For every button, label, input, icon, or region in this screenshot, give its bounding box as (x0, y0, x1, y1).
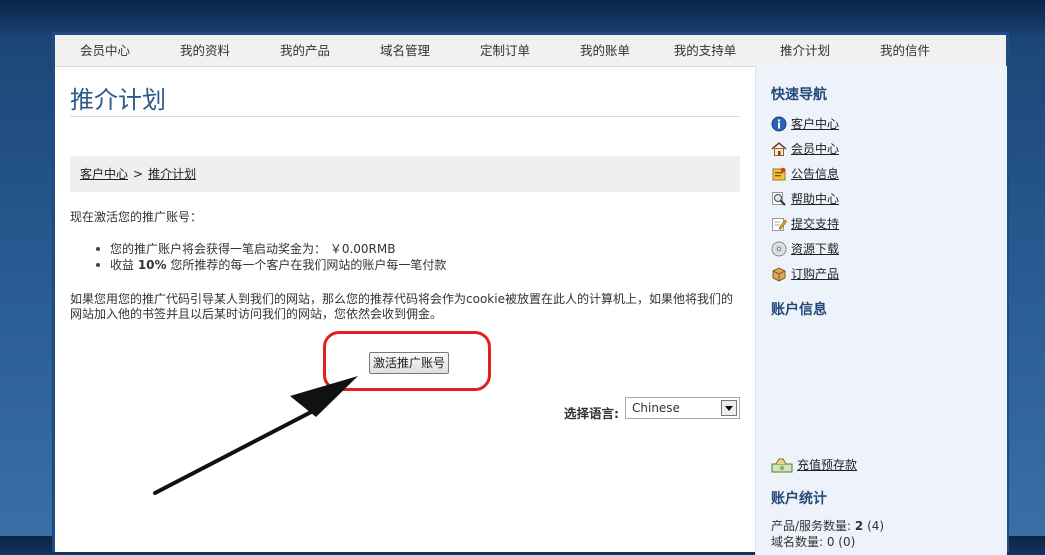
nav-item-my-profile[interactable]: 我的资料 (155, 35, 255, 66)
intro-text: 现在激活您的推广账号： (70, 210, 203, 224)
magnifier-icon (771, 191, 787, 207)
account-info-heading: 账户信息 (771, 302, 827, 318)
sidebar-link-label: 充值预存款 (797, 457, 858, 472)
annotation-arrow (153, 376, 358, 495)
products-stat: 产品/服务数量: 2 (4) (771, 517, 884, 534)
money-icon (771, 457, 793, 473)
account-stats-heading: 账户统计 (771, 491, 827, 507)
language-selected-value: Chinese (632, 401, 680, 415)
nav-item-my-emails[interactable]: 我的信件 (855, 35, 955, 66)
products-stat-label: 产品/服务数量: (771, 519, 852, 533)
breadcrumb-separator: > (133, 167, 144, 181)
sidebar-link-label: 订购产品 (791, 266, 840, 281)
language-select[interactable]: Chinese (625, 397, 740, 419)
nav-item-my-products[interactable]: 我的产品 (255, 35, 355, 66)
sidebar-link-label: 资源下载 (791, 241, 840, 256)
referral-explanation-line2: 网站加入他的书签并且以后某时访问我们的网站，您依然会收到佣金。 (70, 307, 443, 321)
commission-text: 您所推荐的每一个客户在我们网站的账户每一笔付款 (166, 258, 447, 272)
sidebar-link-client-center[interactable]: 客户中心 (771, 114, 839, 132)
sidebar-link-member-center[interactable]: 会员中心 (771, 139, 839, 157)
nav-item-affiliate[interactable]: 推介计划 (755, 35, 855, 66)
nav-item-domain-management[interactable]: 域名管理 (355, 35, 455, 66)
sidebar-link-announcements[interactable]: 公告信息 (771, 164, 839, 182)
products-stat-count: 2 (854, 519, 864, 533)
nav-item-member-center[interactable]: 会员中心 (55, 35, 155, 66)
sidebar: 快速导航 客户中心 会员中心 公告信息 帮助中心 提交支持 资源下载 订购产品 … (755, 66, 1007, 555)
sidebar-link-order-products[interactable]: 订购产品 (771, 264, 839, 282)
sidebar-link-label: 客户中心 (791, 116, 840, 131)
breadcrumb: 客户中心 > 推介计划 (70, 156, 740, 192)
commission-prefix: 收益 (110, 258, 138, 272)
sidebar-link-label: 会员中心 (791, 141, 840, 156)
referral-explanation-line1: 如果您用您的推广代码引导某人到我们的网站，那么您的推荐代码将会作为cookie被… (70, 292, 733, 306)
bonus-text: 您的推广账户将会获得一笔启动奖金为： ￥0.00RMB (110, 242, 396, 256)
sidebar-link-help-center[interactable]: 帮助中心 (771, 189, 839, 207)
list-item: 您的推广账户将会获得一笔启动奖金为： ￥0.00RMB (92, 241, 446, 257)
announcement-icon (771, 166, 787, 182)
page-title: 推介计划 (70, 80, 740, 117)
activate-affiliate-button[interactable]: 激活推广账号 (369, 352, 449, 374)
disc-icon (771, 241, 787, 257)
home-icon (771, 141, 787, 157)
package-icon (771, 266, 787, 282)
sidebar-link-label: 帮助中心 (791, 191, 840, 206)
sidebar-link-label: 公告信息 (791, 166, 840, 181)
products-stat-total: (4) (867, 519, 885, 533)
benefits-list: 您的推广账户将会获得一笔启动奖金为： ￥0.00RMB 收益 10% 您所推荐的… (92, 241, 446, 273)
nav-item-custom-orders[interactable]: 定制订单 (455, 35, 555, 66)
sidebar-link-submit-ticket[interactable]: 提交支持 (771, 214, 839, 232)
nav-item-my-invoices[interactable]: 我的账单 (555, 35, 655, 66)
referral-explanation: 如果您用您的推广代码引导某人到我们的网站，那么您的推荐代码将会作为cookie被… (70, 292, 740, 322)
sidebar-link-topup[interactable]: 充值预存款 (771, 455, 857, 473)
sidebar-link-downloads[interactable]: 资源下载 (771, 239, 839, 257)
language-label: 选择语言: (564, 406, 619, 421)
dropdown-arrow-icon[interactable] (721, 400, 737, 416)
sidebar-link-label: 提交支持 (791, 216, 840, 231)
edit-icon (771, 216, 787, 232)
top-navigation: 会员中心 我的资料 我的产品 域名管理 定制订单 我的账单 我的支持单 推介计划… (55, 35, 1006, 67)
breadcrumb-home-link[interactable]: 客户中心 (80, 167, 128, 181)
breadcrumb-current-link[interactable]: 推介计划 (148, 167, 196, 181)
nav-item-my-tickets[interactable]: 我的支持单 (655, 35, 755, 66)
info-icon (771, 116, 787, 132)
quick-nav-heading: 快速导航 (771, 87, 827, 103)
list-item: 收益 10% 您所推荐的每一个客户在我们网站的账户每一笔付款 (92, 257, 446, 273)
commission-rate: 10% (137, 258, 167, 272)
